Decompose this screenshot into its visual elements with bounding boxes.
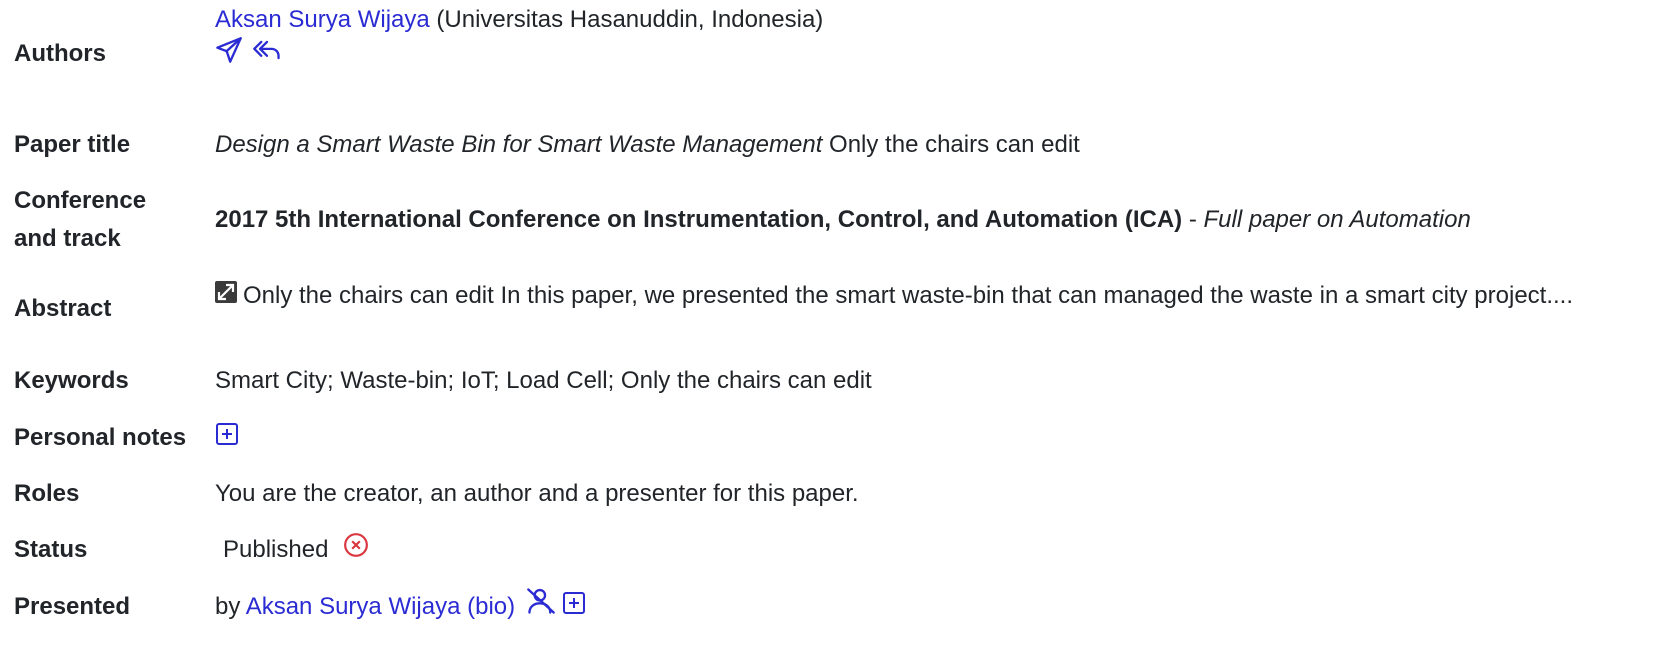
paper-title-value: Design a Smart Waste Bin for Smart Waste… — [215, 125, 1080, 165]
send-icon[interactable] — [215, 36, 243, 77]
x-circle-icon[interactable] — [343, 531, 369, 571]
author-affiliation: (Universitas Hasanuddin, Indonesia) — [436, 6, 824, 33]
paper-title-edit-note: Only the chairs can edit — [829, 131, 1080, 158]
conference-separator: - — [1188, 206, 1197, 233]
personal-notes-label: Personal notes — [14, 424, 187, 451]
personal-notes-value — [215, 418, 239, 459]
abstract-text: In this paper, we presented the smart wa… — [500, 281, 1574, 309]
presenter-link[interactable]: Aksan Surya Wijaya (bio) — [246, 593, 515, 620]
conference-label-line2: and track — [14, 225, 121, 252]
author-name-link[interactable]: Aksan Surya Wijaya — [215, 6, 430, 33]
authors-label: Authors — [14, 40, 106, 67]
conference-name: 2017 5th International Conference on Ins… — [215, 206, 1183, 233]
author-actions — [215, 36, 282, 77]
presented-prefix: by — [215, 593, 241, 620]
conference-label-line1: Conference — [14, 187, 147, 214]
presented-label: Presented — [14, 593, 131, 620]
abstract-value: Only the chairs can edit In this paper, … — [215, 275, 1653, 316]
presented-value: by Aksan Surya Wijaya (bio) — [215, 587, 586, 628]
abstract-label: Abstract — [14, 295, 112, 322]
reply-all-icon[interactable] — [252, 36, 282, 77]
status-label: Status — [14, 536, 88, 563]
authors-value: Aksan Surya Wijaya (Universitas Hasanudd… — [215, 0, 823, 40]
roles-value: You are the creator, an author and a pre… — [215, 480, 859, 507]
keywords-text: Smart City; Waste-bin; IoT; Load Cell; — [215, 367, 615, 394]
conference-track: Full paper on Automation — [1203, 206, 1471, 233]
person-remove-icon[interactable] — [526, 587, 556, 628]
keywords-edit-note: Only the chairs can edit — [620, 367, 872, 394]
abstract-content: Only the chairs can edit In this paper, … — [243, 276, 1653, 316]
status-text: Published — [223, 536, 329, 563]
paper-title-label: Paper title — [14, 131, 131, 158]
roles-label: Roles — [14, 480, 80, 507]
conference-value: 2017 5th International Conference on Ins… — [215, 200, 1471, 240]
plus-square-icon[interactable] — [562, 588, 586, 628]
paper-title-text: Design a Smart Waste Bin for Smart Waste… — [215, 131, 823, 158]
plus-square-icon[interactable] — [215, 419, 239, 459]
abstract-edit-note: Only the chairs can edit — [243, 281, 494, 309]
keywords-label: Keywords — [14, 367, 129, 394]
keywords-value: Smart City; Waste-bin; IoT; Load Cell; O… — [215, 361, 872, 401]
status-value: Published — [223, 530, 369, 571]
expand-icon[interactable] — [215, 276, 237, 316]
